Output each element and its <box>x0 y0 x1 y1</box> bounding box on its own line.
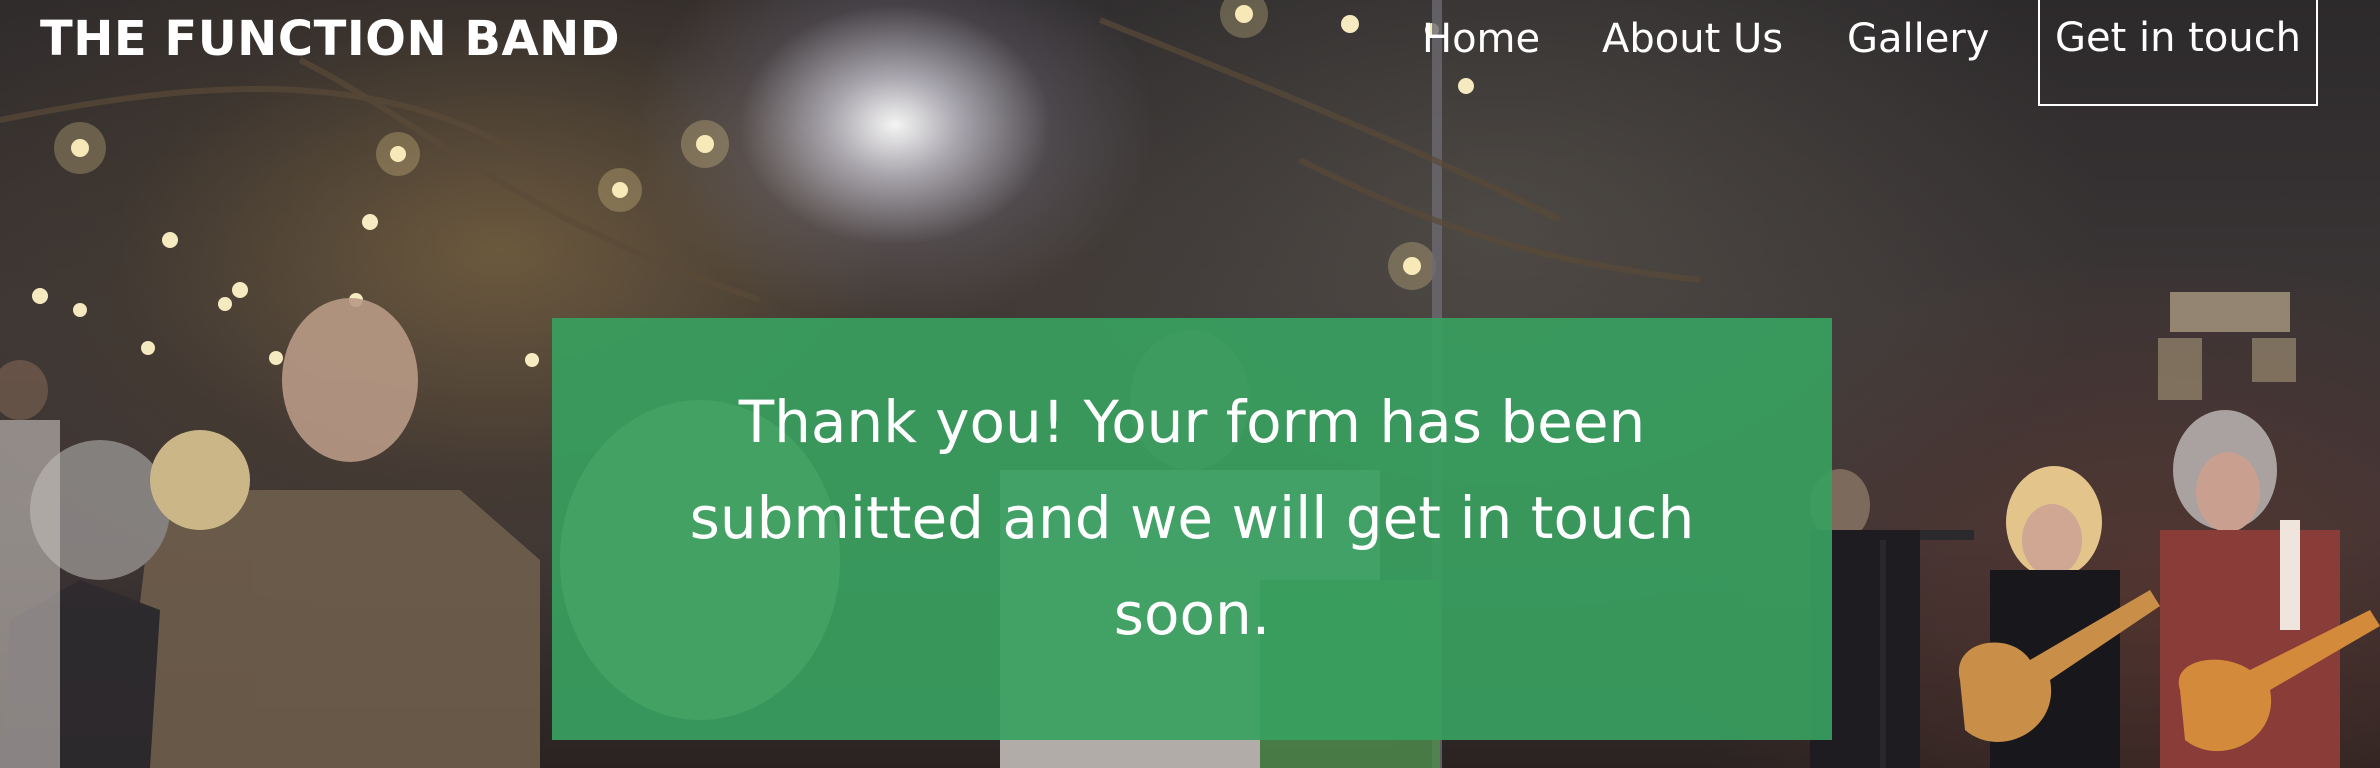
site-header: THE FUNCTION BAND Home About Us Gallery … <box>0 0 2380 110</box>
site-logo-text[interactable]: THE FUNCTION BAND <box>40 8 620 70</box>
form-success-message: Thank you! Your form has been submitted … <box>552 318 1832 740</box>
nav-gallery[interactable]: Gallery <box>1847 8 1989 70</box>
nav-about-us[interactable]: About Us <box>1602 8 1783 70</box>
success-message-text: Thank you! Your form has been submitted … <box>689 388 1695 648</box>
nav-home[interactable]: Home <box>1422 8 1540 70</box>
nav-get-in-touch-button[interactable]: Get in touch <box>2038 0 2318 106</box>
